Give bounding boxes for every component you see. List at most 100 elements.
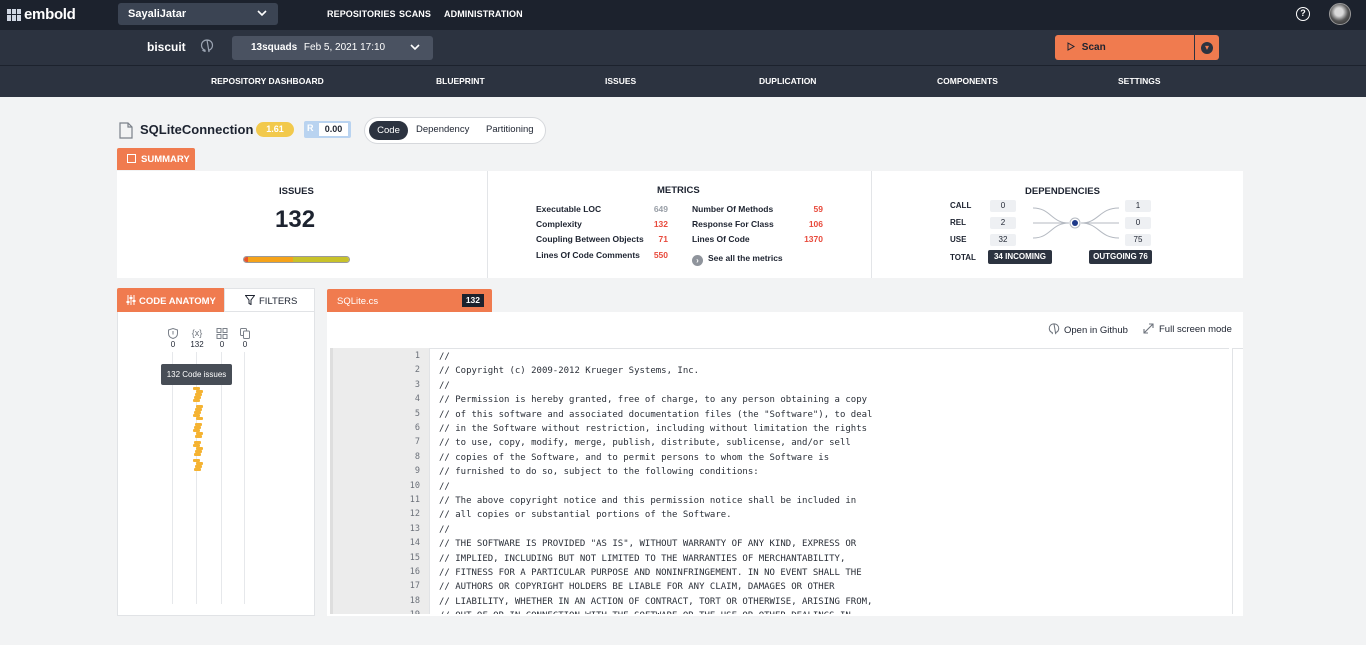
severity-segment	[293, 257, 349, 262]
component-name: SQLiteConnection	[140, 122, 254, 137]
scan-options-button[interactable]: ▾	[1195, 35, 1219, 60]
line-number: 8	[414, 451, 420, 462]
line-number: 16	[409, 567, 420, 577]
issues-severity-bar	[243, 256, 350, 263]
full-screen-link[interactable]: Full screen mode	[1143, 323, 1232, 335]
line-number: 6	[414, 423, 420, 433]
view-dependency-button[interactable]: Dependency	[416, 124, 469, 135]
avatar[interactable]	[1329, 3, 1351, 25]
code-line: // The above copyright notice and this p…	[439, 496, 857, 506]
severity-segment	[248, 257, 294, 262]
divider	[487, 171, 488, 278]
metrics-title: METRICS	[657, 185, 700, 196]
file-icon	[119, 122, 133, 139]
issue-marker[interactable]	[195, 435, 202, 438]
code-line: //	[439, 380, 450, 391]
issue-marker[interactable]	[194, 468, 201, 471]
tab-duplication[interactable]: DUPLICATION	[759, 76, 816, 86]
tab-settings[interactable]: SETTINGS	[1118, 76, 1161, 86]
metric-rfc-label: Response For Class	[692, 219, 774, 229]
snapshot-selector[interactable]: 13squads Feb 5, 2021 17:10	[232, 36, 433, 60]
see-all-metrics-link[interactable]: › See all the metrics	[692, 253, 783, 266]
brand-name: embold	[24, 6, 76, 23]
metric-methods-value: 59	[813, 204, 823, 214]
issue-marker[interactable]	[196, 417, 203, 420]
dep-rel-outgoing[interactable]: 0	[1125, 217, 1151, 229]
dependencies-title: DEPENDENCIES	[1025, 186, 1100, 197]
code-anatomy-label: CODE ANATOMY	[139, 296, 216, 307]
anatomy-track	[221, 352, 222, 604]
open-in-github-link[interactable]: Open in Github	[1048, 323, 1128, 336]
metric-comments-label: Lines Of Code Comments	[536, 250, 640, 260]
see-all-label: See all the metrics	[708, 253, 783, 263]
filters-tab[interactable]: FILTERS	[224, 288, 315, 312]
shield-icon[interactable]	[165, 328, 181, 339]
view-partitioning-button[interactable]: Partitioning	[486, 124, 534, 135]
code-brackets-icon[interactable]: {x}	[189, 328, 205, 338]
user-selector[interactable]: SayaliJatar	[118, 3, 278, 25]
tab-components[interactable]: COMPONENTS	[937, 76, 998, 86]
security-issue-count: 0	[170, 340, 176, 349]
nav-administration[interactable]: ADMINISTRATION	[444, 9, 523, 19]
issues-count[interactable]: 132	[275, 206, 315, 234]
code-line: // LIABILITY, WHETHER IN AN ACTION OF CO…	[439, 596, 873, 607]
code-viewer: Open in Github Full screen mode 12345678…	[327, 312, 1243, 616]
code-line: // Permission is hereby granted, free of…	[439, 395, 868, 406]
play-icon	[1067, 42, 1075, 51]
vertical-scrollbar[interactable]	[1232, 348, 1243, 614]
code-content[interactable]: // // Copyright (c) 2009-2012 Krueger Sys…	[429, 348, 1229, 614]
summary-tab[interactable]: SUMMARY	[117, 148, 195, 170]
nav-scans[interactable]: SCANS	[399, 9, 431, 19]
line-number: 18	[409, 595, 420, 606]
line-number: 4	[414, 394, 420, 405]
dep-use-incoming[interactable]: 32	[990, 234, 1016, 246]
metric-methods-label: Number Of Methods	[692, 204, 774, 214]
tab-repository-dashboard[interactable]: REPOSITORY DASHBOARD	[211, 76, 324, 86]
duplicate-grid-icon[interactable]	[214, 328, 230, 339]
line-number: 9	[414, 466, 420, 477]
nav-repositories[interactable]: REPOSITORIES	[327, 9, 396, 19]
dep-call-incoming[interactable]: 0	[990, 200, 1016, 212]
code-line: // OUT OF OR IN CONNECTION WITH THE SOFT…	[439, 611, 851, 614]
line-number: 14	[409, 538, 420, 549]
view-code-button[interactable]: Code	[369, 121, 408, 140]
tab-blueprint[interactable]: BLUEPRINT	[436, 76, 485, 86]
code-issues-tooltip: 132 Code issues	[161, 364, 232, 385]
chevron-down-icon	[409, 41, 421, 53]
duplication-count: 0	[219, 340, 225, 349]
line-number-gutter: 12345678910111213141516171819	[330, 348, 429, 614]
issue-marker[interactable]	[194, 453, 201, 456]
code-line: // THE SOFTWARE IS PROVIDED "AS IS", WIT…	[439, 539, 857, 550]
metric-executable-loc-value: 649	[653, 204, 668, 214]
code-line: // IMPLIED, INCLUDING BUT NOT LIMITED TO…	[439, 553, 846, 564]
scan-button[interactable]: Scan	[1055, 35, 1194, 60]
line-number: 1	[414, 351, 420, 361]
repository-name[interactable]: biscuit	[147, 40, 186, 54]
code-line: // FITNESS FOR A PARTICULAR PURPOSE AND …	[439, 568, 862, 578]
dep-incoming-total[interactable]: 34 INCOMING	[988, 250, 1052, 264]
github-icon	[1048, 323, 1060, 335]
r-value: 0.00	[319, 123, 348, 136]
dep-outgoing-total[interactable]: OUTGOING 76	[1089, 250, 1152, 264]
copy-icon[interactable]	[237, 328, 253, 339]
metric-loc-value: 1370	[804, 234, 823, 244]
dep-rel-incoming[interactable]: 2	[990, 217, 1016, 229]
line-number: 2	[414, 365, 420, 376]
embold-logo[interactable]: embold	[7, 6, 76, 23]
tab-issues[interactable]: ISSUES	[605, 76, 636, 86]
dep-use-outgoing[interactable]: 75	[1125, 234, 1151, 246]
expand-icon	[1143, 323, 1154, 334]
dep-call-outgoing[interactable]: 1	[1125, 200, 1151, 212]
issue-marker[interactable]	[193, 399, 200, 402]
help-circle-icon[interactable]: ?	[1296, 7, 1310, 21]
file-tab[interactable]: SQLite.cs 132	[327, 289, 492, 312]
filter-icon	[245, 295, 255, 305]
line-number: 10	[409, 480, 420, 491]
github-icon[interactable]	[200, 39, 214, 53]
code-anatomy-tab[interactable]: CODE ANATOMY	[117, 288, 224, 312]
metric-complexity-label: Complexity	[536, 219, 582, 229]
anatomy-track	[172, 352, 173, 604]
repository-bar: biscuit 13squads Feb 5, 2021 17:10 Scan …	[0, 30, 1366, 66]
metric-comments-value: 550	[653, 250, 668, 260]
code-line: // Copyright (c) 2009-2012 Krueger Syste…	[439, 366, 700, 377]
